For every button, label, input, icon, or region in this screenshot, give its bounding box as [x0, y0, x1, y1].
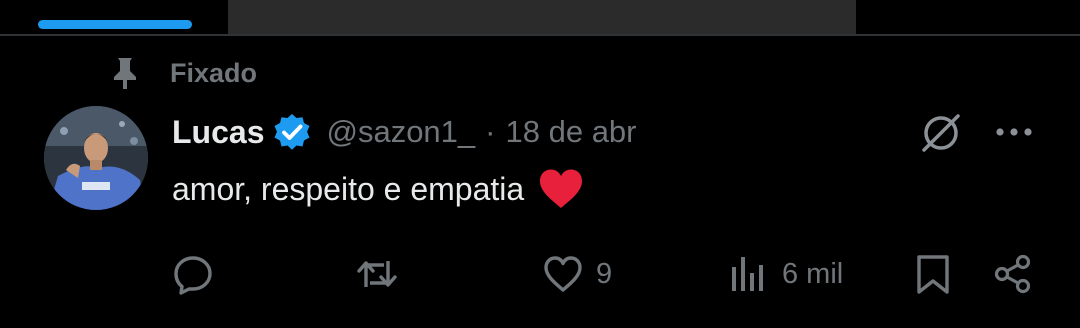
tab-placeholder[interactable] — [228, 0, 856, 34]
views-button[interactable]: 6 mil — [728, 248, 843, 300]
author-handle[interactable]: @sazon1_ — [326, 114, 475, 150]
views-icon — [732, 257, 763, 291]
like-icon — [544, 256, 582, 292]
avatar[interactable] — [44, 106, 148, 210]
reply-button[interactable] — [172, 248, 226, 300]
repost-icon — [357, 261, 397, 287]
grok-icon[interactable] — [918, 110, 964, 156]
more-options-icon[interactable] — [994, 118, 1034, 146]
tweet-text: amor, respeito e empatia — [172, 170, 525, 207]
pinned-indicator: Fixado — [110, 56, 257, 90]
pinned-label: Fixado — [170, 57, 258, 88]
bookmark-button[interactable] — [912, 248, 954, 300]
bookmark-icon — [917, 255, 949, 294]
verified-badge-icon — [274, 114, 310, 150]
pin-icon — [114, 58, 136, 89]
tweet-body: amor, respeito e empatia — [172, 168, 584, 210]
divider — [0, 34, 1080, 36]
repost-button[interactable] — [356, 248, 410, 300]
red-heart-emoji-icon — [540, 169, 583, 208]
tweet-date[interactable]: 18 de abr — [506, 114, 637, 150]
tweet-header: Lucas @sazon1_ · 18 de abr — [172, 110, 637, 154]
share-button[interactable] — [992, 248, 1034, 300]
like-count: 9 — [596, 257, 613, 290]
avatar-image — [44, 106, 148, 210]
active-tab-indicator[interactable] — [38, 20, 192, 29]
reply-icon — [174, 256, 212, 295]
views-count: 6 mil — [782, 257, 844, 290]
tab-bar — [0, 0, 1080, 36]
action-bar: 9 6 mil — [0, 248, 1080, 300]
author-name[interactable]: Lucas — [172, 114, 264, 151]
like-button[interactable]: 9 — [542, 248, 612, 300]
share-icon — [994, 254, 1031, 294]
meta-separator: · — [485, 114, 496, 149]
